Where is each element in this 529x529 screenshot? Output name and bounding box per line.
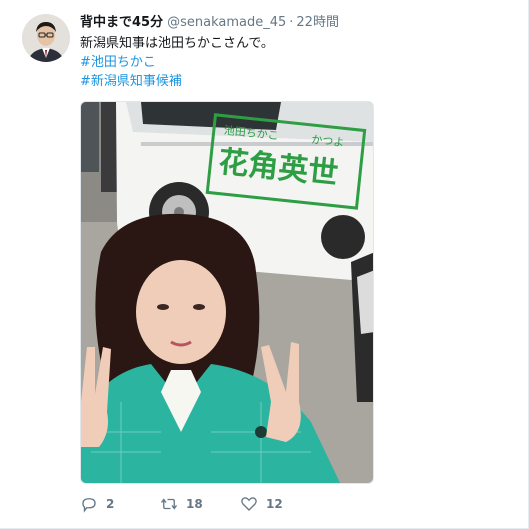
avatar[interactable] — [22, 14, 70, 62]
retweet-icon — [160, 498, 178, 510]
display-name[interactable]: 背中まで45分 — [80, 15, 163, 30]
hashtag-link[interactable]: #新潟県知事候補 — [80, 72, 274, 91]
photo-image: 池田ちかこ かつよ 花角英世 — [81, 102, 373, 483]
user-handle[interactable]: @senakamade_45 — [167, 15, 286, 30]
tweet-actions: 2 18 12 — [80, 495, 320, 513]
reply-button[interactable]: 2 — [80, 495, 160, 513]
hashtag-link[interactable]: #池田ちかこ — [80, 53, 274, 72]
tweet-text: 新潟県知事は池田ちかこさんで。 #池田ちかこ #新潟県知事候補 — [80, 34, 274, 91]
retweet-count: 18 — [186, 497, 203, 511]
retweet-button[interactable]: 18 — [160, 495, 240, 513]
like-button[interactable]: 12 — [240, 495, 320, 513]
heart-icon — [241, 497, 257, 511]
separator-dot: · — [289, 15, 294, 30]
tweet-header: 背中まで45分 @senakamade_45 · 22時間 — [80, 11, 339, 30]
tweet-body: 新潟県知事は池田ちかこさんで。 — [80, 36, 274, 51]
like-count: 12 — [266, 497, 283, 511]
timestamp[interactable]: 22時間 — [296, 15, 339, 30]
tweet-card: 背中まで45分 @senakamade_45 · 22時間 新潟県知事は池田ちかこさん… — [0, 0, 529, 529]
reply-icon — [82, 498, 96, 513]
avatar-image — [22, 14, 70, 62]
reply-count: 2 — [106, 497, 115, 511]
tweet-photo[interactable]: 池田ちかこ かつよ 花角英世 — [80, 101, 374, 484]
